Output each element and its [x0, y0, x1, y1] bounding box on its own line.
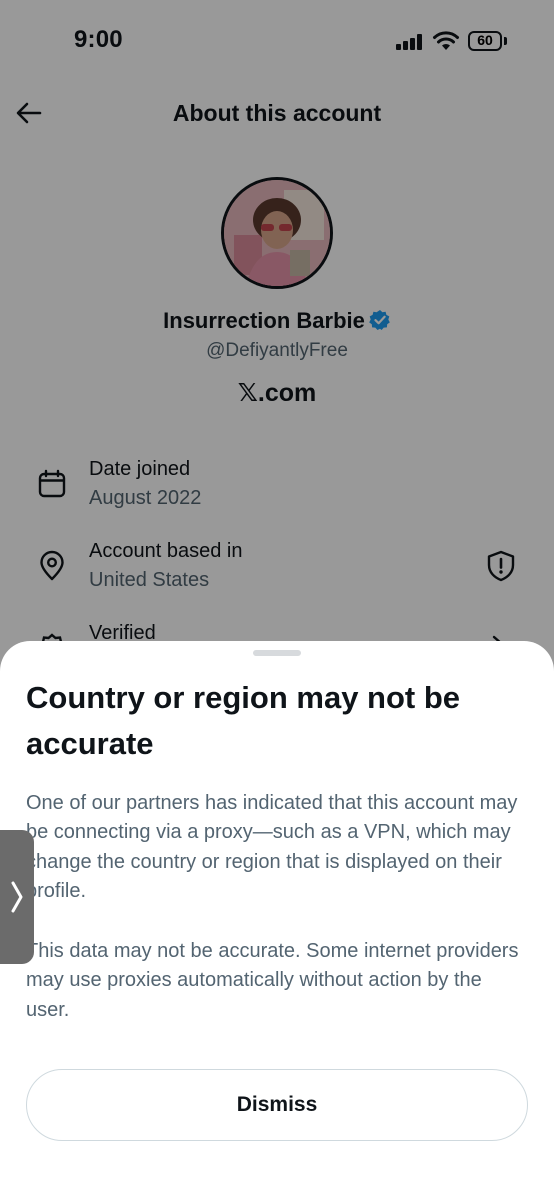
dismiss-button[interactable]: Dismiss [26, 1069, 528, 1141]
bottom-sheet: Country or region may not be accurate On… [0, 641, 554, 1200]
chevron-right-icon [11, 881, 23, 913]
side-panel-handle[interactable] [0, 830, 34, 964]
sheet-title: Country or region may not be accurate [26, 680, 461, 761]
sheet-grabber[interactable] [253, 650, 301, 656]
about-account-screen: 9:00 60 About this account Insurrection … [0, 0, 554, 1200]
sheet-paragraph-2: This data may not be accurate. Some inte… [26, 940, 519, 1021]
sheet-paragraph-1: One of our partners has indicated that t… [26, 792, 518, 903]
